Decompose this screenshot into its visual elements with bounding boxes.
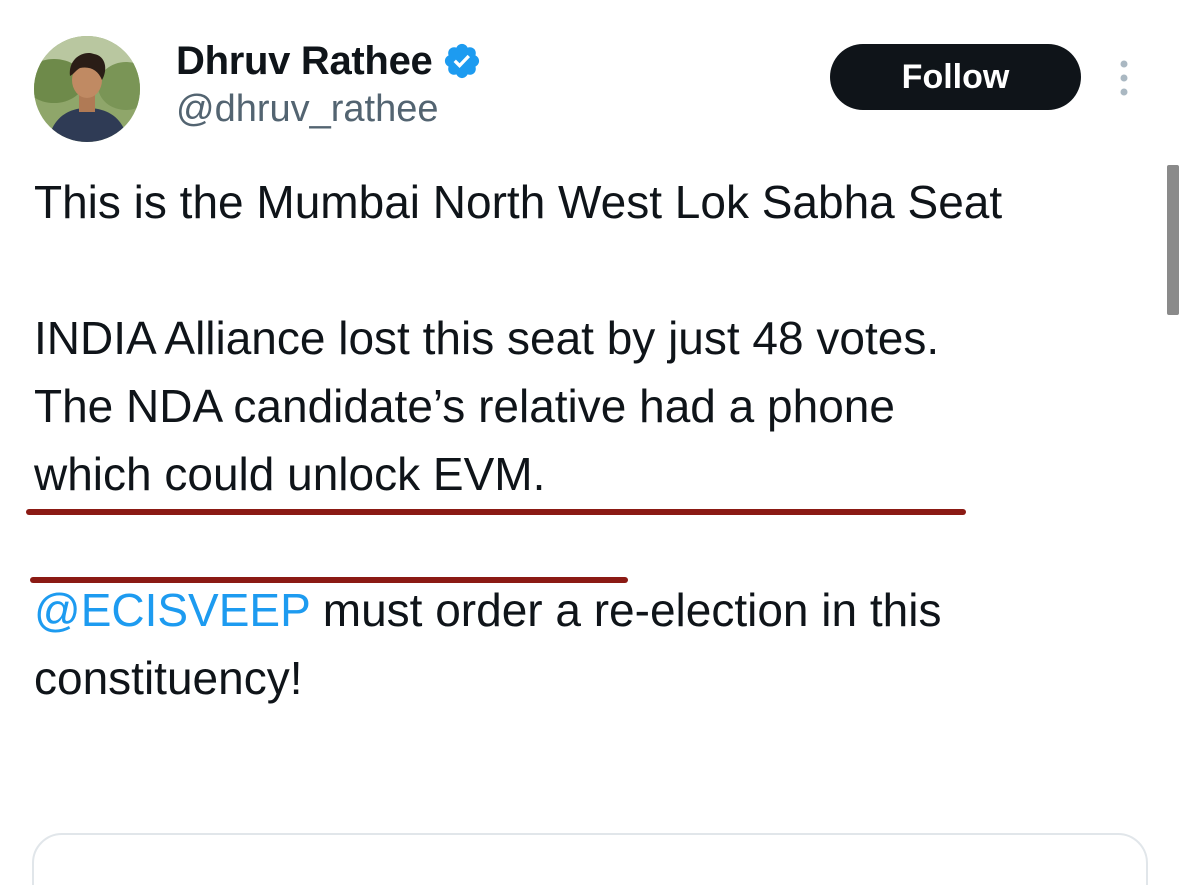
quoted-card[interactable] <box>32 833 1148 885</box>
author-handle[interactable]: @dhruv_rathee <box>176 88 439 131</box>
highlighted-line-2: which could unlock EVM. <box>34 448 545 500</box>
follow-button[interactable]: Follow <box>830 44 1081 110</box>
more-vertical-icon[interactable] <box>1112 58 1136 98</box>
avatar-photo <box>34 36 140 142</box>
tweet-line: INDIA Alliance lost this seat by just 48… <box>34 312 940 364</box>
mention-link[interactable]: @ECISVEEP <box>34 584 310 636</box>
author-name-row: Dhruv Rathee <box>176 36 482 86</box>
tweet-paragraph-3: @ECISVEEP must order a re-election in th… <box>34 576 1144 712</box>
tweet-view: Dhruv Rathee @dhruv_rathee Follow This i… <box>0 0 1179 885</box>
avatar[interactable] <box>34 36 140 142</box>
red-underline-annotation <box>30 577 628 583</box>
verified-badge-icon <box>442 41 482 81</box>
tweet-paragraph-2: INDIA Alliance lost this seat by just 48… <box>34 304 1144 508</box>
tweet-line: The NDA candidate’s relative had a phone <box>34 380 895 432</box>
red-underline-annotation <box>26 509 966 515</box>
tweet-paragraph-1: This is the Mumbai North West Lok Sabha … <box>34 176 1003 228</box>
author-display-name[interactable]: Dhruv Rathee <box>176 39 433 84</box>
tweet-line: which could unlock EVM. <box>34 448 546 500</box>
tweet-text: This is the Mumbai North West Lok Sabha … <box>34 168 1144 712</box>
scrollbar-thumb[interactable] <box>1167 165 1179 315</box>
highlighted-line-1: The NDA candidate’s relative had a phone <box>34 380 895 432</box>
